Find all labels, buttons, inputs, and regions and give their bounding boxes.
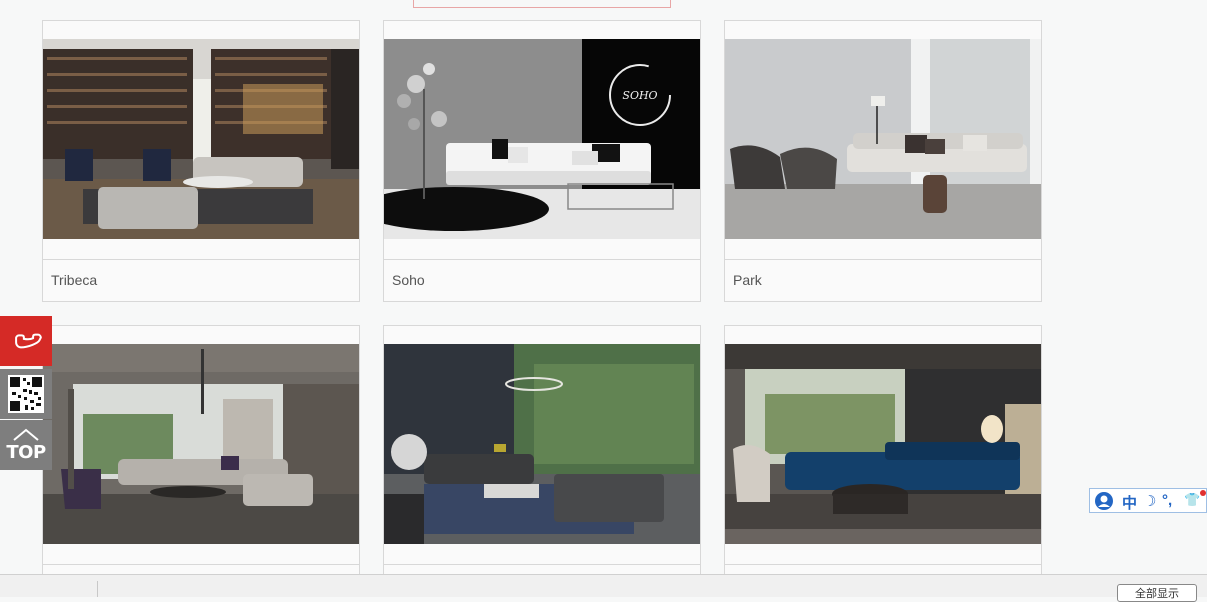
product-name[interactable]: Soho (392, 272, 425, 288)
product-image-park[interactable] (725, 39, 1041, 239)
product-image-tribeca[interactable] (43, 39, 359, 239)
ime-toolbar[interactable]: 中 ☽ °, 👕 (1089, 488, 1207, 513)
ime-moon-icon[interactable]: ☽ (1143, 492, 1156, 510)
product-caption (384, 564, 700, 574)
product-image-6[interactable] (725, 344, 1041, 544)
phone-icon (15, 333, 42, 349)
product-name[interactable]: Tribeca (51, 272, 97, 288)
ime-language-toggle[interactable]: 中 (1122, 492, 1137, 513)
product-caption (725, 564, 1041, 574)
product-card-5[interactable] (383, 325, 701, 587)
bottom-download-bar: 全部显示 (0, 574, 1207, 602)
product-image-soho[interactable]: SOHO (384, 39, 700, 239)
search-box-frame[interactable] (413, 0, 671, 8)
product-image-4[interactable] (43, 344, 359, 544)
product-image-5[interactable] (384, 344, 700, 544)
user-icon[interactable] (1094, 491, 1114, 511)
product-card-soho[interactable]: SOHO Soho (383, 20, 701, 302)
bar-divider (97, 581, 98, 597)
product-card-6[interactable] (724, 325, 1042, 587)
product-card-tribeca[interactable]: Tribeca (42, 20, 360, 302)
qr-code-button[interactable] (0, 369, 52, 419)
product-caption: Tribeca (43, 259, 359, 300)
ime-skin-icon[interactable]: 👕 (1184, 492, 1200, 508)
ime-punctuation-icon[interactable]: °, (1162, 492, 1172, 509)
notification-dot-icon (1200, 490, 1206, 496)
product-card-4[interactable] (42, 325, 360, 587)
phone-contact-button[interactable] (0, 316, 52, 366)
product-caption: Park (725, 259, 1041, 300)
product-card-park[interactable]: Park (724, 20, 1042, 302)
back-to-top-button[interactable]: TOP (0, 420, 52, 470)
product-name[interactable]: Park (733, 272, 762, 288)
back-to-top-label: TOP (6, 442, 46, 463)
product-caption: Soho (384, 259, 700, 300)
show-all-button[interactable]: 全部显示 (1117, 584, 1197, 602)
soho-sign-text: SOHO (622, 89, 657, 102)
product-caption (43, 564, 359, 574)
qr-code-icon (8, 375, 44, 413)
